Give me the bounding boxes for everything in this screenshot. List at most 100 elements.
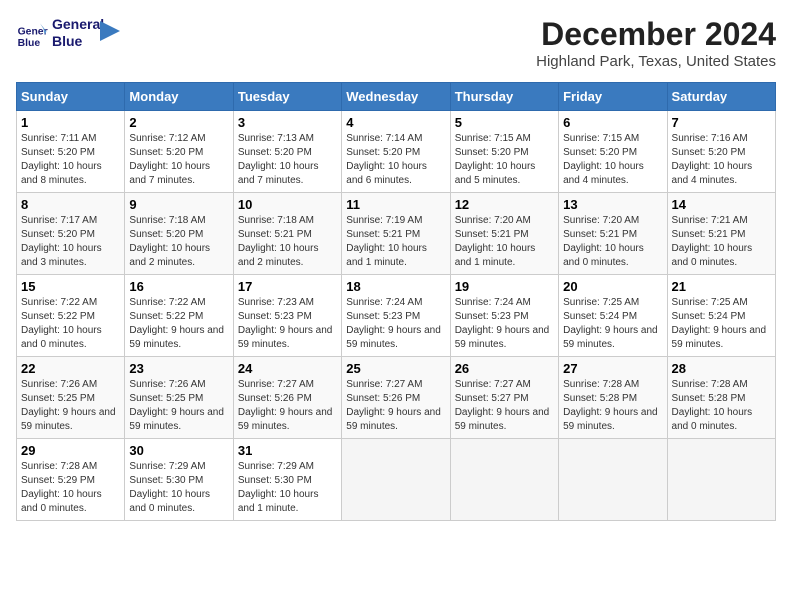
calendar-weekday-sunday: Sunday: [17, 83, 125, 111]
day-number: 24: [238, 361, 337, 376]
calendar-week-row: 8 Sunrise: 7:17 AMSunset: 5:20 PMDaylight…: [17, 193, 776, 275]
logo: General Blue General Blue: [16, 16, 120, 50]
calendar-table: SundayMondayTuesdayWednesdayThursdayFrid…: [16, 82, 776, 521]
calendar-cell: 23Sunrise: 7:26 AMSunset: 5:25 PMDayligh…: [125, 357, 233, 439]
calendar-weekday-friday: Friday: [559, 83, 667, 111]
subtitle: Highland Park, Texas, United States: [536, 53, 776, 70]
calendar-cell: 29Sunrise: 7:28 AMSunset: 5:29 PMDayligh…: [17, 439, 125, 521]
day-info: Sunrise: 7:26 AMSunset: 5:25 PMDaylight:…: [21, 378, 120, 434]
day-number: 10: [238, 197, 337, 212]
day-info: Sunrise: 7:20 AMSunset: 5:21 PMDaylight:…: [455, 214, 554, 270]
calendar-weekday-monday: Monday: [125, 83, 233, 111]
calendar-cell: 31Sunrise: 7:29 AMSunset: 5:30 PMDayligh…: [233, 439, 341, 521]
day-number: 28: [672, 361, 771, 376]
calendar-week-row: 1Sunrise: 7:11 AMSunset: 5:20 PMDaylight…: [17, 111, 776, 193]
calendar-cell: 15 Sunrise: 7:22 AMSunset: 5:22 PMDayligh…: [17, 275, 125, 357]
day-info: Sunrise: 7:22 AMSunset: 5:22 PMDaylight:…: [129, 296, 228, 352]
calendar-weekday-wednesday: Wednesday: [342, 83, 450, 111]
svg-text:Blue: Blue: [18, 38, 41, 49]
day-number: 2: [129, 115, 228, 130]
calendar-cell: 27 Sunrise: 7:28 AMSunset: 5:28 PMDayligh…: [559, 357, 667, 439]
day-info: Sunrise: 7:20 AMSunset: 5:21 PMDaylight:…: [563, 214, 662, 270]
day-info: Sunrise: 7:24 AMSunset: 5:23 PMDaylight:…: [346, 296, 445, 352]
day-info: Sunrise: 7:18 AMSunset: 5:20 PMDaylight:…: [129, 214, 228, 270]
day-number: 5: [455, 115, 554, 130]
calendar-body: 1Sunrise: 7:11 AMSunset: 5:20 PMDaylight…: [17, 111, 776, 521]
day-number: 8: [21, 197, 120, 212]
calendar-cell: 16 Sunrise: 7:22 AMSunset: 5:22 PMDayligh…: [125, 275, 233, 357]
page-header: General Blue General Blue December 2024 …: [16, 16, 776, 70]
day-info: Sunrise: 7:27 AMSunset: 5:26 PMDaylight:…: [238, 378, 337, 434]
main-title: December 2024: [536, 16, 776, 53]
day-number: 11: [346, 197, 445, 212]
day-number: 25: [346, 361, 445, 376]
day-info: Sunrise: 7:28 AMSunset: 5:28 PMDaylight:…: [672, 378, 771, 434]
calendar-weekday-saturday: Saturday: [667, 83, 775, 111]
day-number: 31: [238, 443, 337, 458]
day-info: Sunrise: 7:19 AMSunset: 5:21 PMDaylight:…: [346, 214, 445, 270]
day-info: Sunrise: 7:17 AMSunset: 5:20 PMDaylight:…: [21, 214, 120, 270]
day-info: Sunrise: 7:16 AMSunset: 5:20 PMDaylight:…: [672, 132, 771, 188]
calendar-cell: 17Sunrise: 7:23 AMSunset: 5:23 PMDayligh…: [233, 275, 341, 357]
calendar-cell: 7 Sunrise: 7:16 AMSunset: 5:20 PMDaylight…: [667, 111, 775, 193]
calendar-week-row: 29Sunrise: 7:28 AMSunset: 5:29 PMDayligh…: [17, 439, 776, 521]
logo-general: General: [52, 16, 104, 33]
day-number: 9: [129, 197, 228, 212]
day-number: 27: [563, 361, 662, 376]
day-number: 22: [21, 361, 120, 376]
day-number: 1: [21, 115, 120, 130]
day-info: Sunrise: 7:25 AMSunset: 5:24 PMDaylight:…: [672, 296, 771, 352]
day-number: 7: [672, 115, 771, 130]
title-block: December 2024 Highland Park, Texas, Unit…: [536, 16, 776, 70]
day-info: Sunrise: 7:15 AMSunset: 5:20 PMDaylight:…: [563, 132, 662, 188]
day-number: 29: [21, 443, 120, 458]
calendar-cell: [342, 439, 450, 521]
calendar-cell: 25Sunrise: 7:27 AMSunset: 5:26 PMDayligh…: [342, 357, 450, 439]
calendar-cell: 30Sunrise: 7:29 AMSunset: 5:30 PMDayligh…: [125, 439, 233, 521]
day-number: 15: [21, 279, 120, 294]
day-number: 20: [563, 279, 662, 294]
calendar-weekday-thursday: Thursday: [450, 83, 558, 111]
calendar-cell: 22 Sunrise: 7:26 AMSunset: 5:25 PMDayligh…: [17, 357, 125, 439]
day-number: 14: [672, 197, 771, 212]
calendar-cell: 6 Sunrise: 7:15 AMSunset: 5:20 PMDaylight…: [559, 111, 667, 193]
calendar-cell: 12 Sunrise: 7:20 AMSunset: 5:21 PMDayligh…: [450, 193, 558, 275]
day-info: Sunrise: 7:18 AMSunset: 5:21 PMDaylight:…: [238, 214, 337, 270]
logo-arrow-icon: [100, 16, 120, 46]
calendar-week-row: 15 Sunrise: 7:22 AMSunset: 5:22 PMDayligh…: [17, 275, 776, 357]
day-number: 13: [563, 197, 662, 212]
calendar-cell: 9 Sunrise: 7:18 AMSunset: 5:20 PMDaylight…: [125, 193, 233, 275]
calendar-header-row: SundayMondayTuesdayWednesdayThursdayFrid…: [17, 83, 776, 111]
calendar-cell: 26Sunrise: 7:27 AMSunset: 5:27 PMDayligh…: [450, 357, 558, 439]
day-number: 16: [129, 279, 228, 294]
calendar-cell: 1Sunrise: 7:11 AMSunset: 5:20 PMDaylight…: [17, 111, 125, 193]
day-info: Sunrise: 7:15 AMSunset: 5:20 PMDaylight:…: [455, 132, 554, 188]
day-info: Sunrise: 7:13 AMSunset: 5:20 PMDaylight:…: [238, 132, 337, 188]
day-info: Sunrise: 7:12 AMSunset: 5:20 PMDaylight:…: [129, 132, 228, 188]
calendar-cell: 19Sunrise: 7:24 AMSunset: 5:23 PMDayligh…: [450, 275, 558, 357]
calendar-cell: [559, 439, 667, 521]
day-number: 19: [455, 279, 554, 294]
logo-icon: General Blue: [16, 17, 48, 49]
day-info: Sunrise: 7:21 AMSunset: 5:21 PMDaylight:…: [672, 214, 771, 270]
calendar-cell: 4 Sunrise: 7:14 AMSunset: 5:20 PMDaylight…: [342, 111, 450, 193]
calendar-cell: 3Sunrise: 7:13 AMSunset: 5:20 PMDaylight…: [233, 111, 341, 193]
calendar-cell: 11 Sunrise: 7:19 AMSunset: 5:21 PMDayligh…: [342, 193, 450, 275]
day-number: 4: [346, 115, 445, 130]
calendar-cell: 24 Sunrise: 7:27 AMSunset: 5:26 PMDayligh…: [233, 357, 341, 439]
day-number: 17: [238, 279, 337, 294]
day-info: Sunrise: 7:22 AMSunset: 5:22 PMDaylight:…: [21, 296, 120, 352]
calendar-cell: [667, 439, 775, 521]
day-info: Sunrise: 7:28 AMSunset: 5:28 PMDaylight:…: [563, 378, 662, 434]
day-info: Sunrise: 7:27 AMSunset: 5:27 PMDaylight:…: [455, 378, 554, 434]
calendar-cell: 2 Sunrise: 7:12 AMSunset: 5:20 PMDaylight…: [125, 111, 233, 193]
calendar-header: SundayMondayTuesdayWednesdayThursdayFrid…: [17, 83, 776, 111]
calendar-cell: 28 Sunrise: 7:28 AMSunset: 5:28 PMDayligh…: [667, 357, 775, 439]
day-number: 6: [563, 115, 662, 130]
day-number: 21: [672, 279, 771, 294]
calendar-cell: [450, 439, 558, 521]
day-number: 12: [455, 197, 554, 212]
calendar-cell: 21 Sunrise: 7:25 AMSunset: 5:24 PMDayligh…: [667, 275, 775, 357]
day-info: Sunrise: 7:14 AMSunset: 5:20 PMDaylight:…: [346, 132, 445, 188]
calendar-cell: 13 Sunrise: 7:20 AMSunset: 5:21 PMDayligh…: [559, 193, 667, 275]
